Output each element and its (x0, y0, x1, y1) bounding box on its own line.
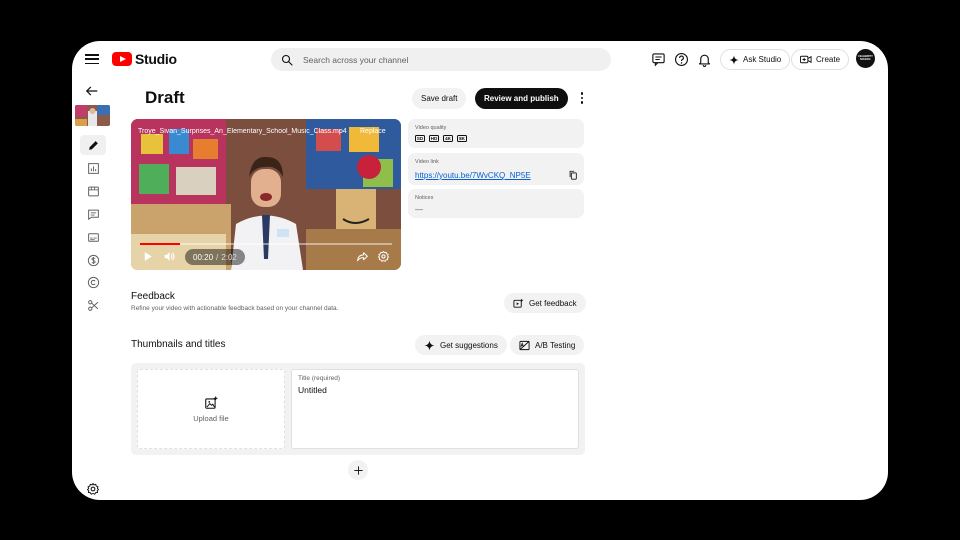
upload-thumbnail-box[interactable]: Upload file (137, 369, 285, 449)
rail-monetization[interactable] (80, 250, 106, 270)
ask-studio-button[interactable]: Ask Studio (720, 49, 791, 70)
comments-icon (87, 209, 99, 220)
ab-testing-label: A/B Testing (535, 340, 576, 350)
plus-icon (353, 465, 363, 475)
search-bar[interactable] (271, 48, 611, 71)
notices-label: Notices (415, 195, 434, 201)
rail-editor[interactable] (80, 181, 106, 201)
video-quality-label: Video quality (415, 125, 447, 131)
upload-file-label: Upload file (193, 413, 229, 423)
more-options-icon[interactable] (575, 89, 589, 107)
avatar[interactable]: CELEBRITY SCHOOL (856, 49, 875, 68)
search-icon (281, 54, 293, 66)
get-feedback-button[interactable]: Get feedback (504, 293, 586, 313)
title-input[interactable]: Untitled (298, 385, 327, 395)
studio-window: Studio Ask Studio Create CELEBRITY SCHOO… (72, 41, 888, 500)
feedback-message-icon[interactable] (651, 52, 666, 67)
rail-details-edit[interactable] (80, 135, 106, 155)
title-field-label: Title (required) (298, 375, 341, 382)
subtitles-icon (87, 232, 99, 242)
analytics-icon (87, 162, 99, 174)
rail-analytics[interactable] (80, 158, 106, 178)
video-thumbnail-mini[interactable] (75, 105, 110, 126)
youtube-logo-icon (112, 52, 132, 66)
ab-testing-icon (519, 340, 530, 350)
get-feedback-label: Get feedback (529, 298, 577, 308)
quality-badge-4k: 4K (443, 135, 453, 142)
copyright-icon (87, 276, 99, 288)
replace-video-button[interactable]: Replace (360, 128, 386, 135)
current-time: 00:20 (193, 252, 214, 262)
play-icon[interactable] (141, 250, 154, 263)
quality-badge-hd: HD (429, 135, 439, 142)
notices-value: — (415, 205, 423, 214)
thumbnail-title-panel: Upload file Title (required) Untitled (131, 363, 585, 455)
feedback-icon (513, 297, 524, 308)
get-suggestions-button[interactable]: Get suggestions (415, 335, 507, 355)
progress-fill (140, 243, 181, 245)
get-suggestions-label: Get suggestions (440, 340, 498, 350)
add-image-icon (205, 396, 218, 409)
youtube-studio-logo[interactable]: Studio (112, 51, 177, 67)
ask-studio-label: Ask Studio (743, 55, 782, 64)
video-link[interactable]: https://youtu.be/7WvCKQ_NP5E (415, 171, 531, 180)
rail-copyright[interactable] (80, 272, 106, 292)
feedback-title: Feedback (131, 291, 175, 302)
menu-icon[interactable] (85, 52, 99, 66)
notices-card: Notices — (408, 189, 584, 218)
video-settings-icon[interactable] (377, 250, 390, 263)
dollar-icon (87, 254, 99, 266)
bell-icon[interactable] (697, 52, 712, 67)
search-input[interactable] (303, 54, 583, 65)
video-link-card: Video link https://youtu.be/7WvCKQ_NP5E (408, 153, 584, 185)
video-player[interactable]: Troye_Sivan_Surprises_An_Elementary_Scho… (131, 119, 401, 270)
pencil-icon (88, 140, 98, 150)
rail-subtitles[interactable] (80, 227, 106, 247)
feedback-subtitle: Refine your video with actionable feedba… (131, 305, 339, 312)
ab-testing-button[interactable]: A/B Testing (510, 335, 585, 355)
create-button[interactable]: Create (791, 49, 850, 70)
page-title: Draft (145, 88, 185, 107)
create-label: Create (816, 55, 841, 64)
back-arrow-icon[interactable] (85, 84, 99, 98)
review-and-publish-button[interactable]: Review and publish (475, 88, 568, 109)
quality-badges: SD HD 4K 8K (415, 135, 467, 142)
volume-icon[interactable] (163, 250, 176, 263)
scissors-icon (87, 299, 98, 311)
video-link-label: Video link (415, 159, 439, 165)
time-display: 00:20 / 2:02 (185, 249, 245, 265)
video-frame-image (131, 119, 401, 270)
add-variant-button[interactable] (348, 460, 368, 480)
video-quality-card: Video quality SD HD 4K 8K (408, 119, 584, 148)
title-field[interactable]: Title (required) Untitled (291, 369, 579, 449)
top-bar: Studio Ask Studio Create CELEBRITY SCHOO… (72, 41, 888, 79)
quality-badge-sd: SD (415, 135, 425, 142)
share-icon[interactable] (356, 250, 369, 263)
thumbnails-title: Thumbnails and titles (131, 339, 226, 350)
rail-comments[interactable] (80, 204, 106, 224)
video-add-icon (800, 55, 812, 64)
rail-clips[interactable] (80, 295, 106, 315)
sparkle-icon (729, 54, 739, 65)
film-icon (87, 186, 99, 196)
video-filename: Troye_Sivan_Surprises_An_Elementary_Scho… (138, 128, 347, 135)
logo-text: Studio (135, 51, 177, 67)
duration: 2:02 (221, 252, 237, 262)
progress-bar[interactable] (140, 243, 392, 245)
time-separator: / (216, 252, 219, 262)
gear-icon[interactable] (86, 482, 100, 496)
copy-icon[interactable] (568, 170, 578, 180)
save-draft-button[interactable]: Save draft (412, 88, 467, 109)
sparkle-icon (424, 339, 435, 351)
help-icon[interactable] (674, 52, 689, 67)
quality-badge-8k: 8K (457, 135, 467, 142)
